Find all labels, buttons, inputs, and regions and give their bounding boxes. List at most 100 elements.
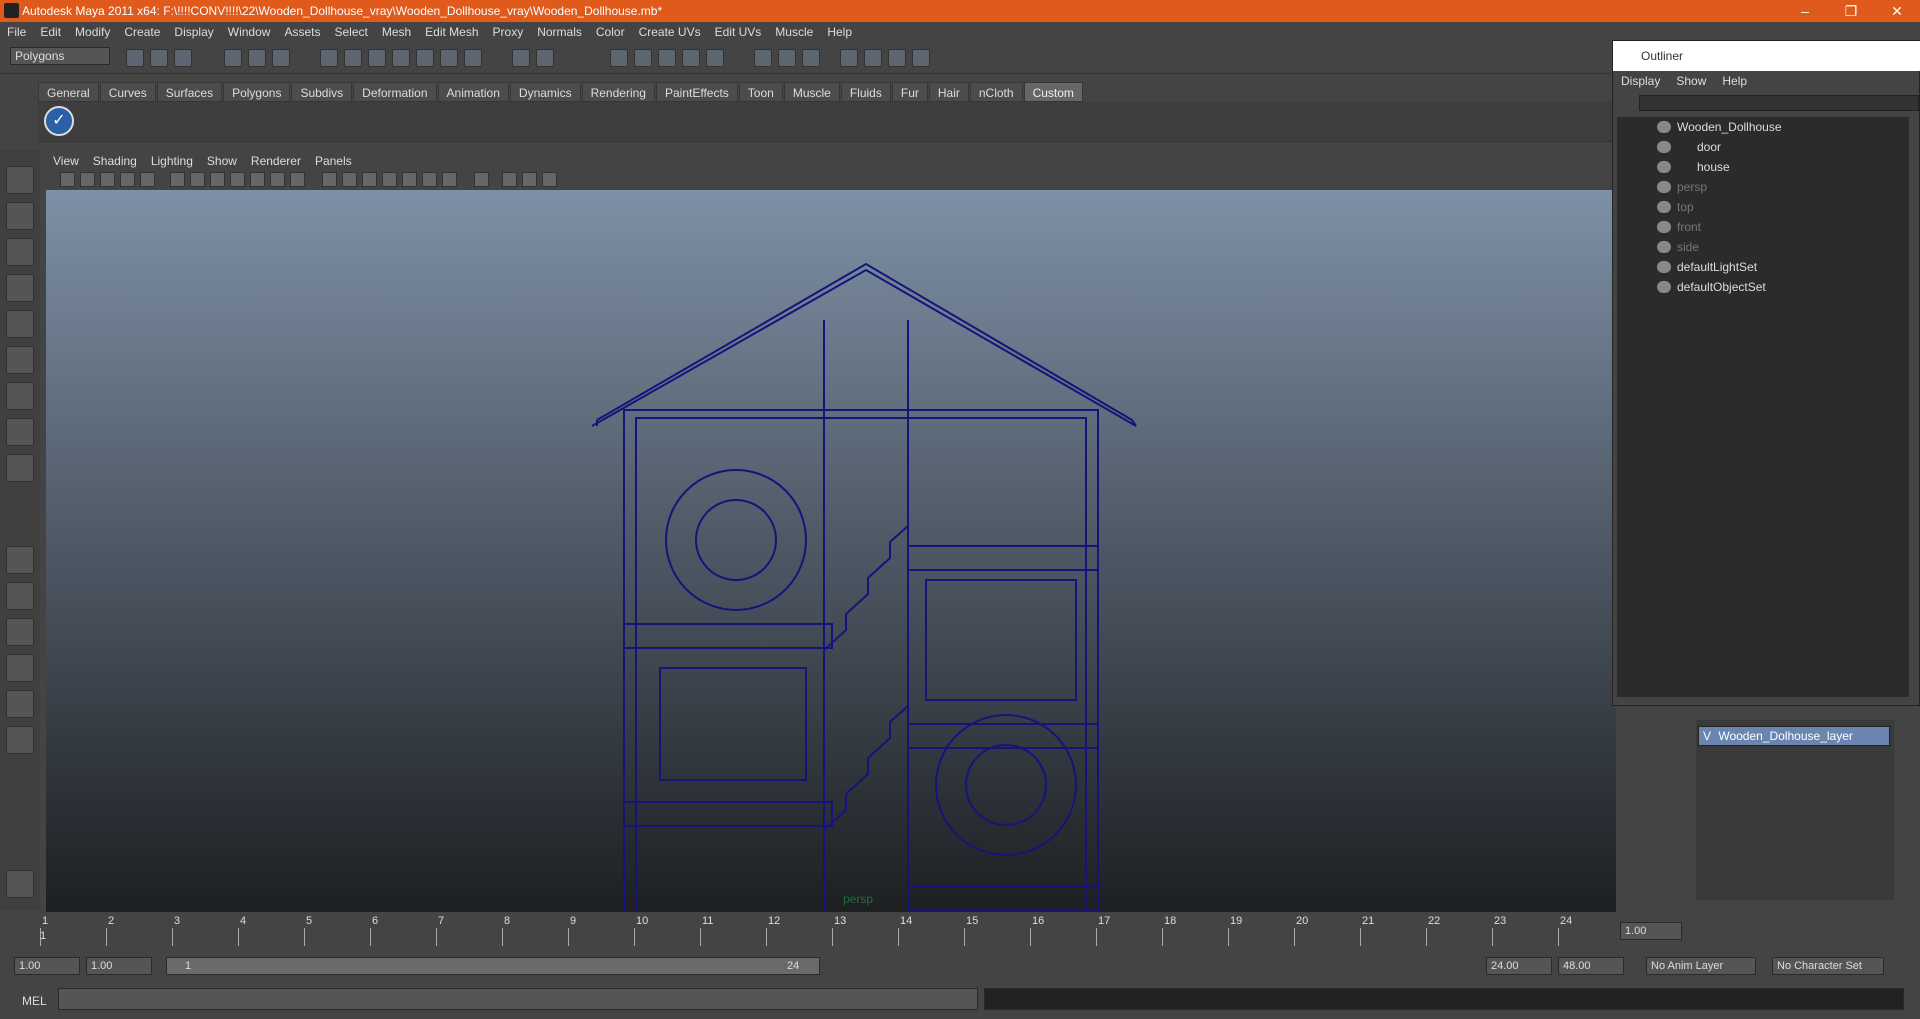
outliner-item-front[interactable]: front xyxy=(1617,217,1897,237)
restore-button[interactable]: ❐ xyxy=(1828,0,1874,22)
smooth-shade-icon[interactable] xyxy=(342,172,357,187)
lasso-tool-icon[interactable] xyxy=(6,202,34,230)
layer-row[interactable]: V Wooden_Dolhouse_layer xyxy=(1698,726,1890,746)
select-tool-icon[interactable] xyxy=(6,166,34,194)
shelf-tab-toon[interactable]: Toon xyxy=(738,82,783,102)
shelf-tab-custom[interactable]: Custom xyxy=(1023,82,1083,102)
anim-end-field[interactable]: 48.00 xyxy=(1558,957,1624,975)
single-pane-layout-icon[interactable] xyxy=(6,546,34,574)
menu-edit[interactable]: Edit xyxy=(33,25,68,39)
all-lights-icon[interactable] xyxy=(422,172,437,187)
show-hide-attr-icon[interactable] xyxy=(754,49,772,67)
lock-icon[interactable] xyxy=(512,49,530,67)
outliner-item-door[interactable]: door xyxy=(1617,137,1897,157)
shelf-tab-animation[interactable]: Animation xyxy=(437,82,509,102)
outliner-menu-show[interactable]: Show xyxy=(1668,74,1714,88)
outliner-item-side[interactable]: side xyxy=(1617,237,1897,257)
hypershade-layout-icon[interactable] xyxy=(6,690,34,718)
shadows-icon[interactable] xyxy=(442,172,457,187)
menu-window[interactable]: Window xyxy=(221,25,278,39)
playback-end-field[interactable]: 24.00 xyxy=(1486,957,1552,975)
tool-settings-icon[interactable] xyxy=(802,49,820,67)
shelf-tab-painteffects[interactable]: PaintEffects xyxy=(655,82,738,102)
xray-joints-icon[interactable] xyxy=(522,172,537,187)
outliner-item-house[interactable]: house xyxy=(1617,157,1897,177)
help-icon[interactable] xyxy=(464,49,482,67)
layout-icon[interactable] xyxy=(840,49,858,67)
menu-color[interactable]: Color xyxy=(589,25,632,39)
menu-select[interactable]: Select xyxy=(327,25,374,39)
render-frame-icon[interactable] xyxy=(610,49,628,67)
scale-tool-icon[interactable] xyxy=(6,346,34,374)
anim-layer-dropdown[interactable]: No Anim Layer xyxy=(1646,957,1756,975)
outliner-filter-field[interactable] xyxy=(1639,95,1919,111)
menu-create-uvs[interactable]: Create UVs xyxy=(632,25,708,39)
current-frame-field[interactable]: 1.00 xyxy=(1620,922,1682,940)
custom-layout-icon[interactable] xyxy=(6,726,34,754)
time-slider[interactable]: 1 2 3 4 5 6 7 8 9 10 11 12 13 14 15 16 17 18 19 20 21 22 23 24 … xyxy=(0,914,1920,950)
outliner-item-wooden-dollhouse[interactable]: Wooden_Dollhouse xyxy=(1617,117,1897,137)
shelf-tab-dynamics[interactable]: Dynamics xyxy=(509,82,581,102)
channel-box-icon[interactable] xyxy=(778,49,796,67)
vp-menu-renderer[interactable]: Renderer xyxy=(244,154,308,168)
close-button[interactable]: ✕ xyxy=(1874,0,1920,22)
range-slider[interactable]: 1 24 xyxy=(166,957,820,975)
menu-assets[interactable]: Assets xyxy=(277,25,327,39)
film-gate-icon[interactable] xyxy=(190,172,205,187)
menu-help[interactable]: Help xyxy=(820,25,859,39)
character-set-dropdown[interactable]: No Character Set xyxy=(1772,957,1884,975)
bookmark-icon[interactable] xyxy=(100,172,115,187)
outliner-item-defaultlightset[interactable]: defaultLightSet xyxy=(1617,257,1897,277)
camera-select-icon[interactable] xyxy=(60,172,75,187)
vp-menu-panels[interactable]: Panels xyxy=(308,154,359,168)
outliner-menu-display[interactable]: Display xyxy=(1613,74,1668,88)
select-lock-icon[interactable] xyxy=(536,49,554,67)
outliner-menu-help[interactable]: Help xyxy=(1714,74,1755,88)
rotate-tool-icon[interactable] xyxy=(6,310,34,338)
last-tool-icon[interactable] xyxy=(6,454,34,482)
select-component-icon[interactable] xyxy=(272,49,290,67)
minimize-button[interactable]: – xyxy=(1782,0,1828,22)
mode-selector[interactable]: Polygons xyxy=(10,47,110,65)
menu-file[interactable]: File xyxy=(0,25,33,39)
move-tool-icon[interactable] xyxy=(6,274,34,302)
shelf-tab-general[interactable]: General xyxy=(38,82,99,102)
custom-shelf-button[interactable]: ✓ xyxy=(44,106,74,136)
select-hierarchy-icon[interactable] xyxy=(224,49,242,67)
xray-icon[interactable] xyxy=(502,172,517,187)
xray-components-icon[interactable] xyxy=(542,172,557,187)
hypershade-icon[interactable] xyxy=(682,49,700,67)
image-plane-icon[interactable] xyxy=(120,172,135,187)
menu-mesh[interactable]: Mesh xyxy=(375,25,418,39)
snap-point-icon[interactable] xyxy=(368,49,386,67)
menu-proxy[interactable]: Proxy xyxy=(486,25,531,39)
menu-modify[interactable]: Modify xyxy=(68,25,117,39)
outliner-item-defaultobjectset[interactable]: defaultObjectSet xyxy=(1617,277,1897,297)
outliner-icon[interactable] xyxy=(864,49,882,67)
shelf-tab-fur[interactable]: Fur xyxy=(891,82,928,102)
render-view-icon[interactable] xyxy=(706,49,724,67)
layer-visibility-toggle[interactable]: V xyxy=(1699,727,1715,745)
shelf-tab-muscle[interactable]: Muscle xyxy=(783,82,840,102)
outliner-item-top[interactable]: top xyxy=(1617,197,1897,217)
dope-sheet-icon[interactable] xyxy=(912,49,930,67)
menu-create[interactable]: Create xyxy=(117,25,167,39)
vp-menu-view[interactable]: View xyxy=(46,154,86,168)
playback-start-field[interactable]: 1.00 xyxy=(86,957,152,975)
graph-layout-icon[interactable] xyxy=(6,654,34,682)
render-settings-icon[interactable] xyxy=(658,49,676,67)
shelf-tab-polygons[interactable]: Polygons xyxy=(223,82,291,102)
shelf-tab-curves[interactable]: Curves xyxy=(99,82,156,102)
anim-start-field[interactable]: 1.00 xyxy=(14,957,80,975)
soft-mod-tool-icon[interactable] xyxy=(6,418,34,446)
grid-icon[interactable] xyxy=(170,172,185,187)
snap-plane-icon[interactable] xyxy=(392,49,410,67)
command-input[interactable] xyxy=(58,988,978,1010)
wireframe-on-shaded-icon[interactable] xyxy=(362,172,377,187)
ipr-render-icon[interactable] xyxy=(634,49,652,67)
history-icon[interactable] xyxy=(440,49,458,67)
select-object-icon[interactable] xyxy=(248,49,266,67)
manipulator-tool-icon[interactable] xyxy=(6,382,34,410)
shelf-tab-surfaces[interactable]: Surfaces xyxy=(156,82,223,102)
quick-layout-icon[interactable] xyxy=(6,870,34,898)
